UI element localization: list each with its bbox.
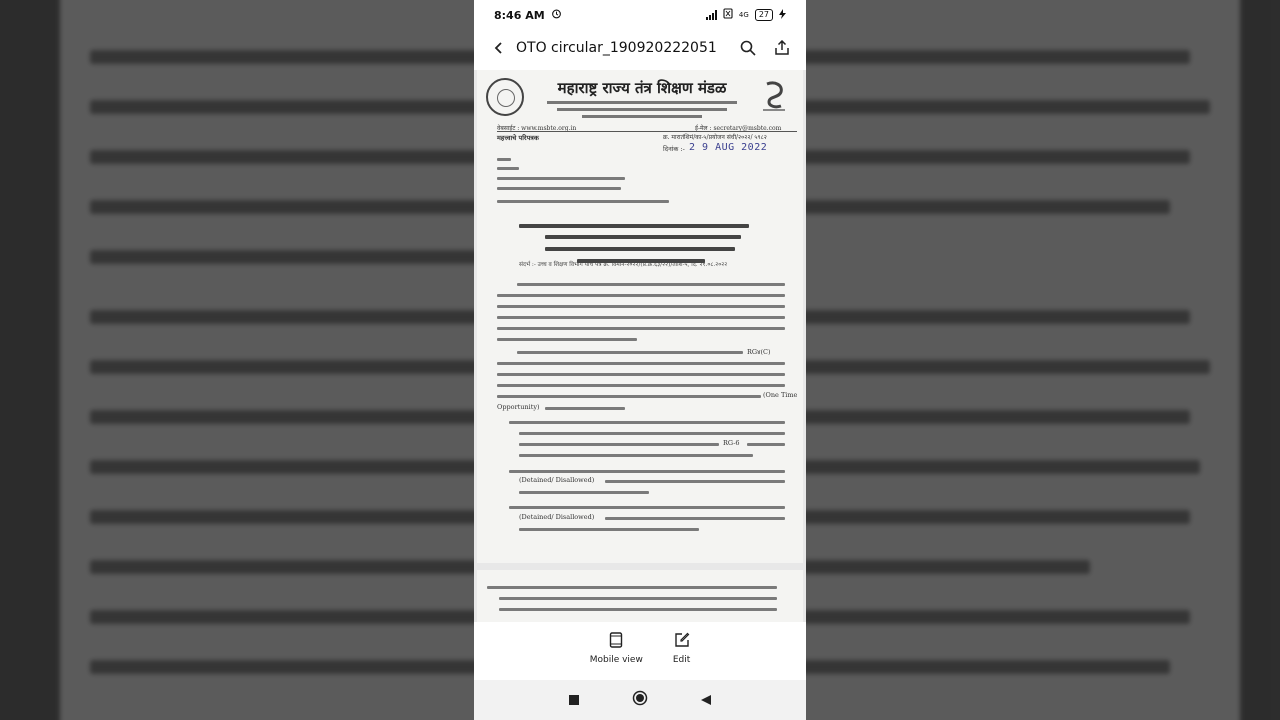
network-type: 4G — [738, 11, 749, 19]
opportunity-text: Opportunity) — [497, 403, 540, 411]
pdf-page-2 — [477, 570, 803, 622]
status-bar: 8:46 AM 4G 27 — [474, 0, 806, 30]
edit-label: Edit — [672, 655, 691, 665]
date-stamp: 2 9 AUG 2022 — [689, 142, 768, 153]
circular-label: महत्त्वाचे परिपत्रक — [497, 134, 539, 142]
reference-number: क्र. मारातंशिमं/का-५/प्रयोजन संधी/२०२२/ … — [663, 134, 767, 141]
back-arrow-icon[interactable] — [488, 37, 510, 59]
reference-line: संदर्भ :- उच्च व शिक्षण विभाग यांचे पत्र… — [519, 262, 728, 268]
charging-icon — [779, 8, 786, 22]
share-icon[interactable] — [772, 38, 792, 58]
edit-button[interactable]: Edit — [673, 632, 690, 680]
mobile-view-label: Mobile view — [589, 655, 643, 665]
battery-level: 27 — [758, 10, 769, 19]
alarm-icon — [551, 8, 562, 22]
detained-text-2: (Detained/ Disallowed) — [519, 513, 595, 521]
mobile-view-icon — [609, 632, 623, 651]
recents-icon[interactable] — [568, 691, 580, 710]
detained-text: (Detained/ Disallowed) — [519, 476, 595, 484]
signal-icon — [705, 10, 717, 20]
document-title: OTO circular_190920222051 — [516, 40, 717, 56]
pdf-page-1: महाराष्ट्र राज्य तंत्र शिक्षण मंडळ वेबसा… — [477, 70, 803, 563]
organization-title: महाराष्ट्र राज्य तंत्र शिक्षण मंडळ — [557, 79, 727, 97]
back-nav-icon[interactable] — [700, 691, 712, 710]
status-time: 8:46 AM — [494, 8, 545, 22]
phone-screen: 8:46 AM 4G 27 OTO circular_190920222051 — [474, 0, 806, 720]
app-bar: OTO circular_190920222051 — [474, 30, 806, 66]
msbte-logo — [763, 81, 785, 111]
search-icon[interactable] — [738, 38, 758, 58]
bottom-toolbar: Mobile view Edit — [474, 622, 806, 680]
pdf-viewer[interactable]: महाराष्ट्र राज्य तंत्र शिक्षण मंडळ वेबसा… — [474, 70, 806, 622]
one-time-text: (One Time — [763, 391, 798, 399]
home-icon[interactable] — [632, 690, 648, 710]
sim-icon — [723, 8, 733, 22]
rule-rg4: RG४(C) — [747, 348, 771, 356]
mobile-view-button[interactable]: Mobile view — [590, 632, 643, 680]
battery-icon: 27 — [754, 9, 773, 21]
date-label: दिनांक :- — [663, 145, 685, 153]
system-navigation-bar — [474, 680, 806, 720]
rule-rg6: RG-6 — [723, 439, 740, 447]
edit-icon — [674, 632, 690, 651]
board-seal-logo — [486, 78, 524, 116]
